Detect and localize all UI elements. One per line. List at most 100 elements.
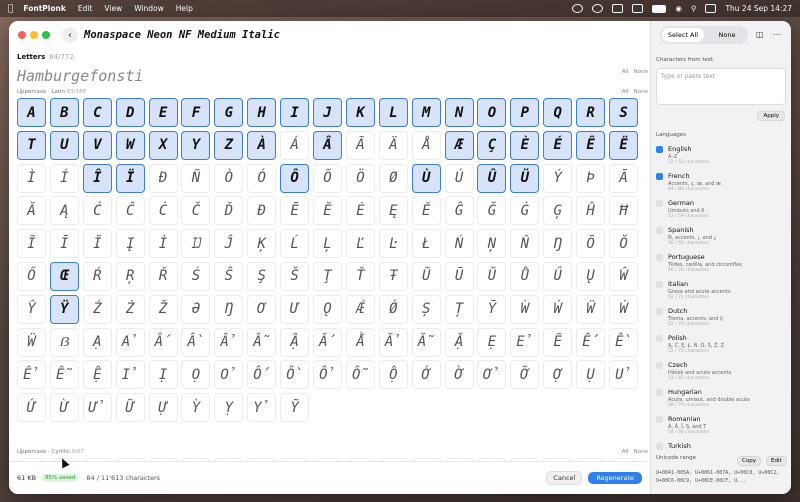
latin-glyph-cell[interactable]: Ặ — [444, 327, 474, 357]
latin-glyph-cell[interactable]: Ự — [148, 393, 178, 423]
regenerate-button[interactable]: Regenerate — [588, 472, 642, 484]
latin-glyph-cell[interactable]: Ż — [115, 294, 145, 324]
latin-glyph-cell[interactable]: Ď — [214, 196, 244, 226]
keyboard-status-icon[interactable] — [632, 4, 644, 13]
latin-glyph-cell[interactable]: Ī — [49, 229, 79, 259]
latin-glyph-cell[interactable]: Ẵ — [411, 327, 441, 357]
latin-glyph-cell[interactable]: Ô — [280, 163, 310, 193]
latin-glyph-cell[interactable]: Ồ — [280, 360, 310, 390]
latin-glyph-cell[interactable]: Ž — [148, 294, 178, 324]
latin-glyph-cell[interactable]: Ŀ — [378, 229, 408, 259]
latin-glyph-cell[interactable]: Â — [313, 130, 343, 160]
latin-glyph-cell[interactable]: Ị — [148, 360, 178, 390]
minimize-window-button[interactable] — [30, 31, 38, 39]
latin-glyph-cell[interactable]: T — [17, 130, 46, 160]
latin-glyph-cell[interactable]: Æ — [444, 130, 474, 160]
latin-glyph-cell[interactable]: Ọ — [181, 360, 211, 390]
latin-glyph-cell[interactable]: Ė — [345, 196, 375, 226]
latin-glyph-cell[interactable]: Ð — [148, 163, 178, 193]
latin-glyph-cell[interactable]: Ŋ — [543, 229, 573, 259]
latin-glyph-cell[interactable]: Ę — [378, 196, 408, 226]
latin-glyph-cell[interactable]: Ű — [543, 261, 573, 291]
language-checkbox[interactable] — [656, 416, 663, 423]
search-icon[interactable]: ⚲ — [691, 4, 697, 13]
apple-icon[interactable]:  — [8, 4, 13, 14]
battery-icon[interactable] — [652, 4, 667, 13]
zoom-window-button[interactable] — [42, 31, 50, 39]
latin-glyph-cell[interactable]: Ÿ — [49, 294, 79, 324]
language-checkbox[interactable] — [656, 308, 663, 315]
latin-glyph-cell[interactable]: Z — [214, 130, 244, 160]
latin-glyph-cell[interactable]: Ã — [345, 130, 375, 160]
latin-glyph-cell[interactable]: Ľ — [345, 229, 375, 259]
latin-glyph-cell[interactable]: P — [510, 98, 540, 127]
latin-glyph-cell[interactable]: Ï — [115, 163, 145, 193]
latin-glyph-cell[interactable]: Ŕ — [82, 261, 112, 291]
latin-glyph-cell[interactable]: Ẳ — [378, 327, 408, 357]
latin-glyph-cell[interactable]: A — [17, 98, 46, 127]
latin-glyph-cell[interactable]: J — [313, 98, 343, 127]
latin-glyph-cell[interactable]: Ü — [510, 163, 540, 193]
latin-glyph-cell[interactable]: Ĵ — [214, 229, 244, 259]
latin-glyph-cell[interactable]: À — [247, 130, 277, 160]
latin-glyph-cell[interactable]: Ả — [115, 327, 145, 357]
latin-glyph-cell[interactable]: Ũ — [411, 261, 441, 291]
latin-glyph-cell[interactable]: Ờ — [444, 360, 474, 390]
latin-glyph-cell[interactable]: H — [247, 98, 277, 127]
latin-glyph-cell[interactable]: Ō — [576, 229, 606, 259]
control-center-icon[interactable] — [705, 4, 717, 13]
latin-glyph-cell[interactable]: K — [345, 98, 375, 127]
latin-glyph-cell[interactable]: Ħ — [609, 196, 639, 226]
latin-glyph-cell[interactable]: Ì — [17, 163, 46, 193]
latin-glyph-cell[interactable]: Ấ — [148, 327, 178, 357]
latin-glyph-cell[interactable]: Ĭ — [82, 229, 112, 259]
latin-glyph-cell[interactable]: Ừ — [49, 393, 79, 423]
latin-glyph-cell[interactable]: İ — [148, 229, 178, 259]
latin-glyph-cell[interactable]: Œ — [49, 261, 79, 291]
latin-glyph-cell[interactable]: Ț — [444, 294, 474, 324]
latin-glyph-cell[interactable]: Q — [543, 98, 573, 127]
language-checkbox[interactable] — [656, 227, 663, 234]
latin-glyph-cell[interactable]: Į — [115, 229, 145, 259]
latin-glyph-cell[interactable]: F — [181, 98, 211, 127]
latin-glyph-cell[interactable]: Ū — [444, 261, 474, 291]
latin-glyph-cell[interactable]: Ř — [148, 261, 178, 291]
language-checkbox[interactable] — [656, 443, 663, 450]
cyrillic-all-link[interactable]: All — [622, 449, 629, 455]
language-checkbox[interactable] — [656, 200, 663, 207]
latin-glyph-cell[interactable]: Õ — [313, 163, 343, 193]
latin-glyph-cell[interactable]: Ø — [378, 163, 408, 193]
latin-glyph-cell[interactable]: Ù — [411, 163, 441, 193]
latin-glyph-cell[interactable]: S — [609, 98, 639, 127]
latin-glyph-cell[interactable]: Ợ — [543, 360, 573, 390]
menubar-clock[interactable]: Thu 24 Sep 14:27 — [725, 4, 792, 13]
latin-glyph-cell[interactable]: Ớ — [411, 360, 441, 390]
menu-view[interactable]: View — [104, 4, 122, 13]
letters-all-link[interactable]: All — [622, 69, 629, 75]
latin-glyph-cell[interactable]: Ĥ — [576, 196, 606, 226]
latin-glyph-cell[interactable]: Y — [181, 130, 211, 160]
latin-glyph-cell[interactable]: Ċ — [148, 196, 178, 226]
latin-glyph-cell[interactable]: Ș — [411, 294, 441, 324]
language-checkbox[interactable] — [656, 281, 663, 288]
latin-glyph-cell[interactable]: Ë — [609, 130, 639, 160]
latin-glyph-cell[interactable]: Ţ — [313, 261, 343, 291]
latin-glyph-cell[interactable]: Ŧ — [378, 261, 408, 291]
sync-status-icon[interactable] — [592, 4, 604, 13]
copy-button[interactable]: Copy — [737, 456, 761, 466]
more-options-icon[interactable]: ⋯ — [773, 30, 781, 39]
latin-glyph-cell[interactable]: Ỡ — [510, 360, 540, 390]
latin-glyph-cell[interactable]: Ố — [247, 360, 277, 390]
latin-glyph-cell[interactable]: ẞ — [49, 327, 79, 357]
latin-glyph-cell[interactable]: Ế — [576, 327, 606, 357]
cancel-button[interactable]: Cancel — [546, 471, 583, 485]
wifi-icon[interactable]: ◉ — [675, 4, 682, 13]
latin-glyph-cell[interactable]: Ŵ — [609, 261, 639, 291]
latin-glyph-cell[interactable]: Ç — [477, 130, 507, 160]
latin-glyph-cell[interactable]: Ł — [411, 229, 441, 259]
latin-glyph-cell[interactable]: Ĉ — [115, 196, 145, 226]
latin-glyph-cell[interactable]: G — [214, 98, 244, 127]
latin-glyph-cell[interactable]: Ĕ — [313, 196, 343, 226]
back-button[interactable]: ‹ — [62, 27, 78, 43]
latin-glyph-cell[interactable]: Ệ — [82, 360, 112, 390]
